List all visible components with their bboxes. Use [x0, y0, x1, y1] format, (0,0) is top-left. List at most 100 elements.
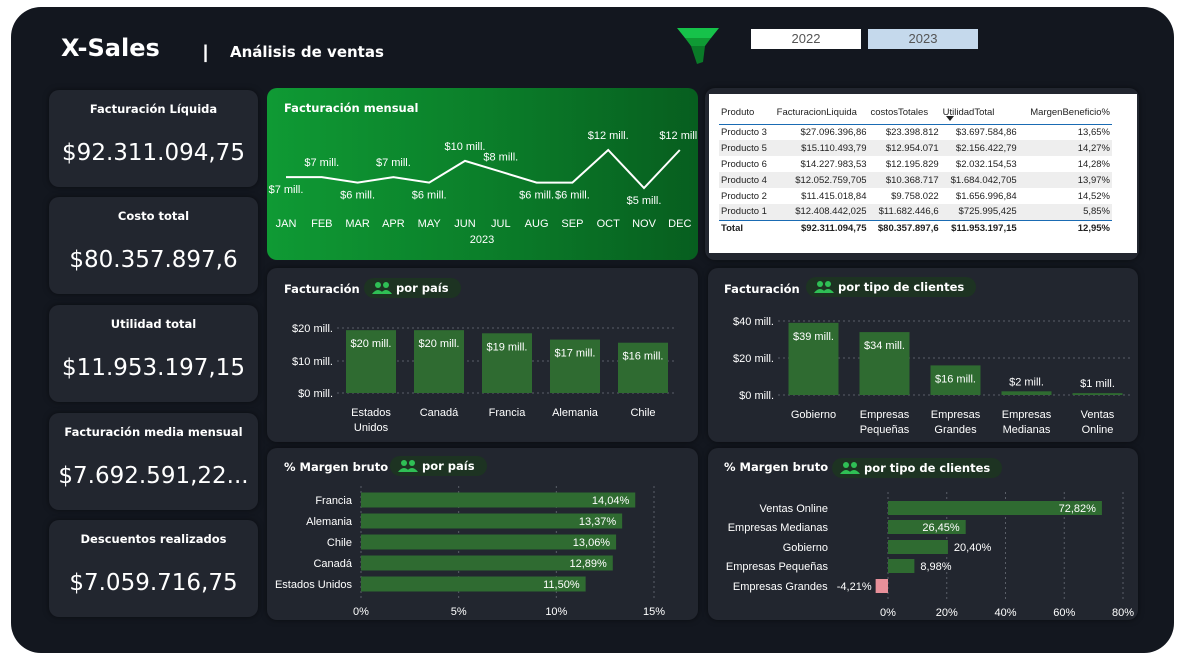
- table-row[interactable]: Producto 4 $12.052.759,705 $10.368.717 $1.6…: [719, 172, 1112, 188]
- data-label: $6 mill.: [555, 190, 590, 202]
- client-billing-chart[interactable]: $0 mill. $20 mill. $40 mill. $39 mill. Gobie…: [708, 268, 1138, 442]
- kpi-value: $92.311.094,75: [62, 140, 245, 166]
- table-cell: $12.052.759,705: [774, 172, 869, 188]
- x-tick-label: Medianas: [1003, 424, 1051, 436]
- y-tick-label: Gobierno: [783, 542, 828, 554]
- monthly-billing-card: Facturación mensual $7 mill. JAN $7 mill. F…: [267, 88, 698, 260]
- monthly-line-chart[interactable]: $7 mill. JAN $7 mill. FEB $6 mill. MAR $7 mill…: [267, 88, 698, 260]
- data-label: 8,98%: [920, 561, 951, 573]
- kpi-label: Facturación Líquida: [89, 102, 218, 116]
- data-label: 13,37%: [579, 516, 617, 528]
- table-row[interactable]: Producto 2 $11.415.018,84 $9.758.022 $1.656…: [719, 188, 1112, 204]
- table-cell: $3.697.584,86: [955, 126, 1017, 138]
- y-tick-label: $40 mill.: [733, 316, 774, 328]
- country-margin-card: % Margen bruto por país 0% 5% 10% 15% 14,04%…: [267, 448, 698, 620]
- country-margin-chart[interactable]: 0% 5% 10% 15% 14,04% Francia 13,37% Alemania 13,…: [267, 448, 698, 620]
- x-tick-label: JUN: [454, 218, 475, 230]
- x-tick-label: OCT: [597, 218, 621, 230]
- col-header[interactable]: costosTotales: [868, 102, 941, 125]
- x-tick-label: 5%: [451, 606, 467, 618]
- x-tick-label: 0%: [353, 606, 369, 618]
- table-row[interactable]: Producto 3 $27.096.396,86 $23.398.812 $3.69…: [719, 124, 1112, 140]
- table-row[interactable]: Producto 5 $15.110.493,79 $12.954.071 $2.15…: [719, 140, 1112, 156]
- table-cell: Producto 1: [719, 204, 775, 220]
- y-tick-label: Alemania: [306, 516, 353, 528]
- client-margin-chart[interactable]: 0% 20% 40% 60% 80% 72,82% Ventas Online 26,45% E…: [708, 448, 1138, 620]
- kpi-value: $7.692.591,22...: [58, 463, 249, 489]
- data-label: 14,04%: [592, 495, 630, 507]
- x-tick-label: Estados: [351, 407, 391, 419]
- data-label: $17 mill.: [555, 348, 596, 360]
- x-tick-label: 0%: [880, 607, 896, 619]
- y-tick-label: Empresas Medianas: [728, 522, 829, 534]
- kpi-label: Facturación media mensual: [64, 425, 243, 439]
- data-label: $34 mill.: [864, 340, 905, 352]
- table-cell: $12.954.071: [868, 140, 941, 156]
- country-billing-chart[interactable]: $0 mill. $10 mill. $20 mill. $20 mill. Estad…: [267, 268, 698, 442]
- data-label: $10 mill.: [445, 141, 486, 153]
- kpi-value: $7.059.716,75: [69, 570, 238, 596]
- kpi-label: Descuentos realizados: [80, 532, 227, 546]
- x-tick-label: Empresas: [860, 409, 910, 421]
- col-header[interactable]: FacturacionLiquida: [774, 102, 869, 125]
- sort-desc-icon[interactable]: [946, 116, 954, 122]
- data-label: $16 mill.: [623, 351, 664, 363]
- year-2022-button[interactable]: 2022: [751, 29, 861, 49]
- table-cell: $1.656.996,84: [955, 190, 1017, 202]
- y-tick-label: Empresas Grandes: [733, 581, 828, 593]
- table-cell: 13,65%: [1077, 126, 1110, 138]
- table-cell: $725.995,425: [940, 204, 1019, 220]
- brand-title: X-Sales: [61, 34, 160, 62]
- product-table[interactable]: Produto FacturacionLiquida costosTotales…: [719, 102, 1112, 237]
- x-tick-label: 15%: [643, 606, 665, 618]
- col-header[interactable]: Produto: [719, 102, 775, 125]
- table-cell: $2.156.422,79: [940, 140, 1019, 156]
- table-cell: 13,97%: [1018, 172, 1112, 188]
- data-label: $6 mill.: [412, 190, 447, 202]
- product-table-card: Produto FacturacionLiquida costosTotales…: [709, 94, 1137, 253]
- x-tick-label: JUL: [491, 218, 511, 230]
- y-tick-label: Canadá: [313, 558, 352, 570]
- x-tick-label: Pequeñas: [860, 424, 910, 436]
- x-tick-label: NOV: [632, 218, 657, 230]
- table-row[interactable]: Producto 6 $14.227.983,53 $12.195.829 $2.03…: [719, 156, 1112, 172]
- data-label: $12 mill.: [659, 130, 698, 142]
- kpi-card-discounts: Descuentos realizados $7.059.716,75: [49, 520, 258, 617]
- data-label: $2 mill.: [1009, 376, 1044, 388]
- table-cell: $11.682.446,6: [868, 204, 941, 220]
- table-cell: 14,52%: [1077, 190, 1110, 202]
- client-margin-card: % Margen bruto por tipo de clientes 0% 20…: [708, 448, 1138, 620]
- table-cell: $12.408.442,025: [774, 204, 869, 220]
- year-2023-button[interactable]: 2023: [868, 29, 978, 49]
- x-tick-label: 20%: [936, 607, 958, 619]
- data-label: 26,45%: [922, 522, 960, 534]
- data-label: $5 mill.: [627, 195, 662, 207]
- x-tick-label: MAR: [345, 218, 370, 230]
- kpi-label: Utilidad total: [110, 317, 197, 331]
- data-label: $12 mill.: [588, 130, 629, 142]
- x-tick-label: Gobierno: [791, 409, 836, 421]
- country-billing-card: Facturación por país $0 mill. $10 mill. $2…: [267, 268, 698, 442]
- y-tick-label: Francia: [315, 495, 353, 507]
- x-tick-label: Canadá: [420, 407, 459, 419]
- x-tick-label: 40%: [994, 607, 1016, 619]
- table-cell: $9.758.022: [891, 190, 939, 202]
- title-separator: |: [203, 42, 209, 62]
- data-label: -4,21%: [837, 581, 872, 593]
- table-row[interactable]: Producto 1 $12.408.442,025 $11.682.446,6 $7…: [719, 204, 1112, 220]
- y-tick-label: $10 mill.: [292, 356, 333, 368]
- table-total-row: Total $92.311.094,75 $80.357.897,6 $11.9…: [719, 219, 1112, 237]
- x-tick-label: Unidos: [354, 422, 389, 434]
- data-label: $16 mill.: [935, 373, 976, 385]
- bar: [875, 579, 888, 593]
- col-header[interactable]: MargenBeneficio%: [1018, 102, 1112, 125]
- x-tick-label: 60%: [1053, 607, 1075, 619]
- data-label: 13,06%: [573, 537, 611, 549]
- x-tick-label: Online: [1082, 424, 1114, 436]
- kpi-card-monthly-avg: Facturación media mensual $7.692.591,22.…: [49, 413, 258, 510]
- data-label: 72,82%: [1059, 503, 1097, 515]
- bar: [888, 559, 915, 573]
- table-cell: Producto 2: [721, 190, 767, 202]
- table-cell: Producto 4: [719, 172, 775, 188]
- kpi-label: Costo total: [117, 209, 190, 223]
